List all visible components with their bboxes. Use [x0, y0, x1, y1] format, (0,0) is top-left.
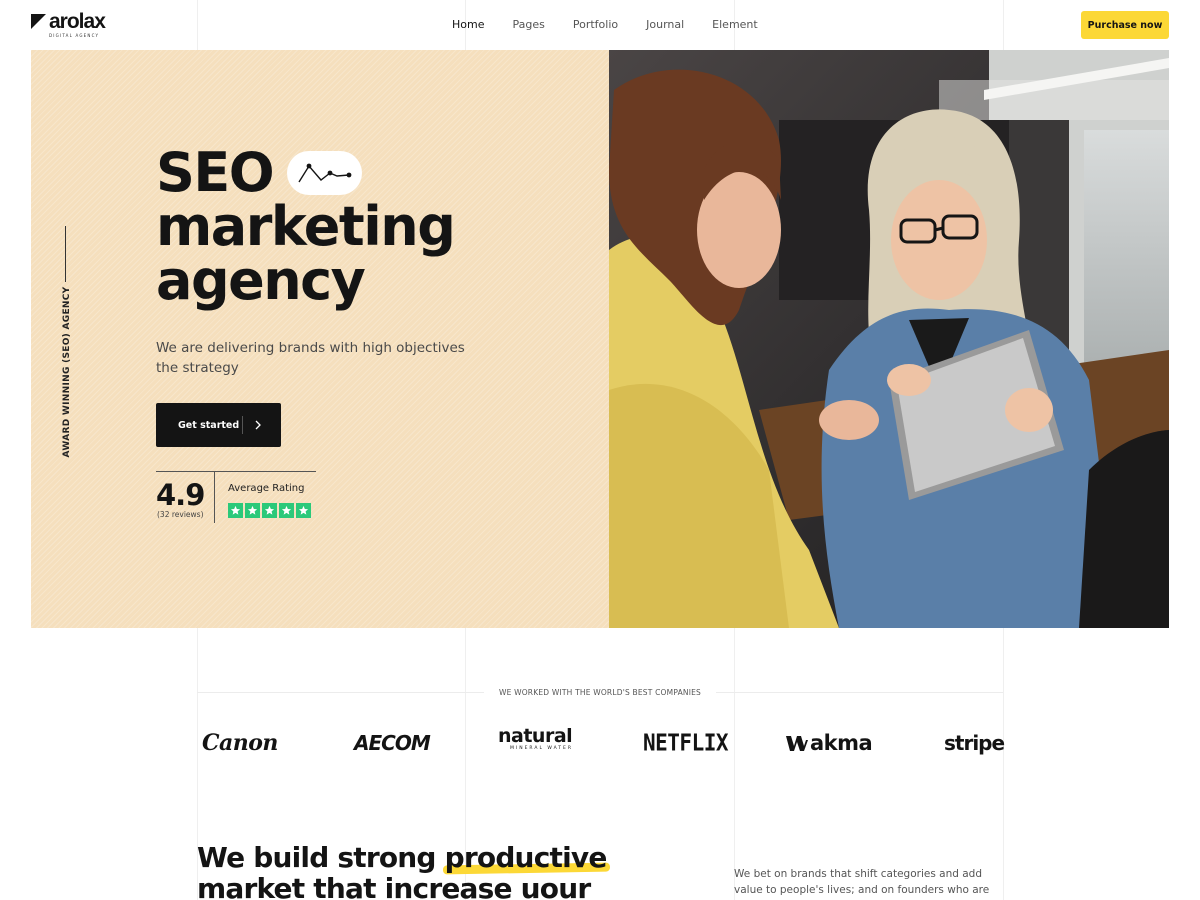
hero-panel: AWARD WINNING (SEO) AGENCY SEO marketing…: [31, 50, 609, 628]
logo-akma: akma: [786, 728, 873, 758]
rating-reviews: (32 reviews): [157, 510, 204, 519]
nav-journal[interactable]: Journal: [646, 18, 684, 32]
about-heading-line-2: market that increase uour: [197, 872, 591, 900]
rating-separator: [214, 471, 215, 523]
hero-title-line-2: marketing: [156, 195, 456, 258]
line-chart-icon: [298, 163, 352, 183]
companies-divider-right: [716, 692, 1003, 693]
akma-word: akma: [810, 731, 873, 755]
nav-element[interactable]: Element: [712, 18, 758, 32]
side-divider: [65, 226, 66, 282]
get-started-button[interactable]: Get started: [156, 403, 281, 447]
companies-label: WE WORKED WITH THE WORLD'S BEST COMPANIE…: [498, 688, 702, 697]
main-nav: Home Pages Portfolio Journal Element: [452, 18, 786, 32]
office-photo-illustration: [609, 50, 1169, 628]
logo[interactable]: arolax DIGITAL AGENCY: [31, 10, 106, 38]
companies-divider-left: [197, 692, 484, 693]
rating-value: 4.9: [156, 478, 205, 512]
nav-pages[interactable]: Pages: [512, 18, 544, 32]
about-text: We bet on brands that shift categories a…: [734, 868, 990, 896]
logo-stripe: stripe: [944, 731, 1005, 755]
get-started-label: Get started: [178, 419, 240, 431]
chart-badge: [287, 151, 363, 195]
star-icon: [228, 503, 243, 518]
logo-netflix: NETFLIX: [643, 729, 729, 757]
hero-photo: [609, 50, 1169, 628]
logo-natural: natural MINERAL WATER: [498, 726, 573, 756]
about-heading-part-1: We build strong: [197, 841, 436, 874]
hero-subtitle: We are delivering brands with high objec…: [156, 340, 465, 376]
rating-label: Average Rating: [228, 483, 305, 494]
rating-divider: [156, 471, 316, 472]
logo-name: arolax: [49, 10, 106, 33]
chevron-right-icon: [255, 420, 261, 430]
hero-title-line-1: SEO: [156, 141, 275, 204]
akma-mark-icon: [786, 736, 808, 751]
nav-home[interactable]: Home: [452, 18, 484, 32]
hero-title-line-3: agency: [156, 249, 366, 312]
about-heading-highlight-text: productive: [444, 841, 608, 874]
star-icon: [245, 503, 260, 518]
star-icon: [279, 503, 294, 518]
about-heading: We build strong productive market that i…: [197, 842, 657, 900]
button-divider: [242, 416, 243, 434]
rating-stars: [228, 503, 313, 518]
hero-title: SEO marketing agency: [156, 141, 456, 312]
star-icon: [296, 503, 311, 518]
star-icon: [262, 503, 277, 518]
site-header: arolax DIGITAL AGENCY Home Pages Portfol…: [0, 0, 1200, 50]
purchase-now-button[interactable]: Purchase now: [1081, 11, 1169, 39]
natural-tagline: MINERAL WATER: [510, 746, 574, 751]
logo-aecom: AECOM: [354, 731, 431, 755]
logo-icon: [31, 14, 46, 29]
about-heading-highlight: productive: [442, 841, 610, 875]
nav-portfolio[interactable]: Portfolio: [573, 18, 618, 32]
logo-canon: Canon: [202, 730, 278, 756]
logo-tagline: DIGITAL AGENCY: [49, 33, 100, 38]
natural-word: natural: [498, 725, 573, 747]
award-label: AWARD WINNING (SEO) AGENCY: [62, 286, 72, 458]
